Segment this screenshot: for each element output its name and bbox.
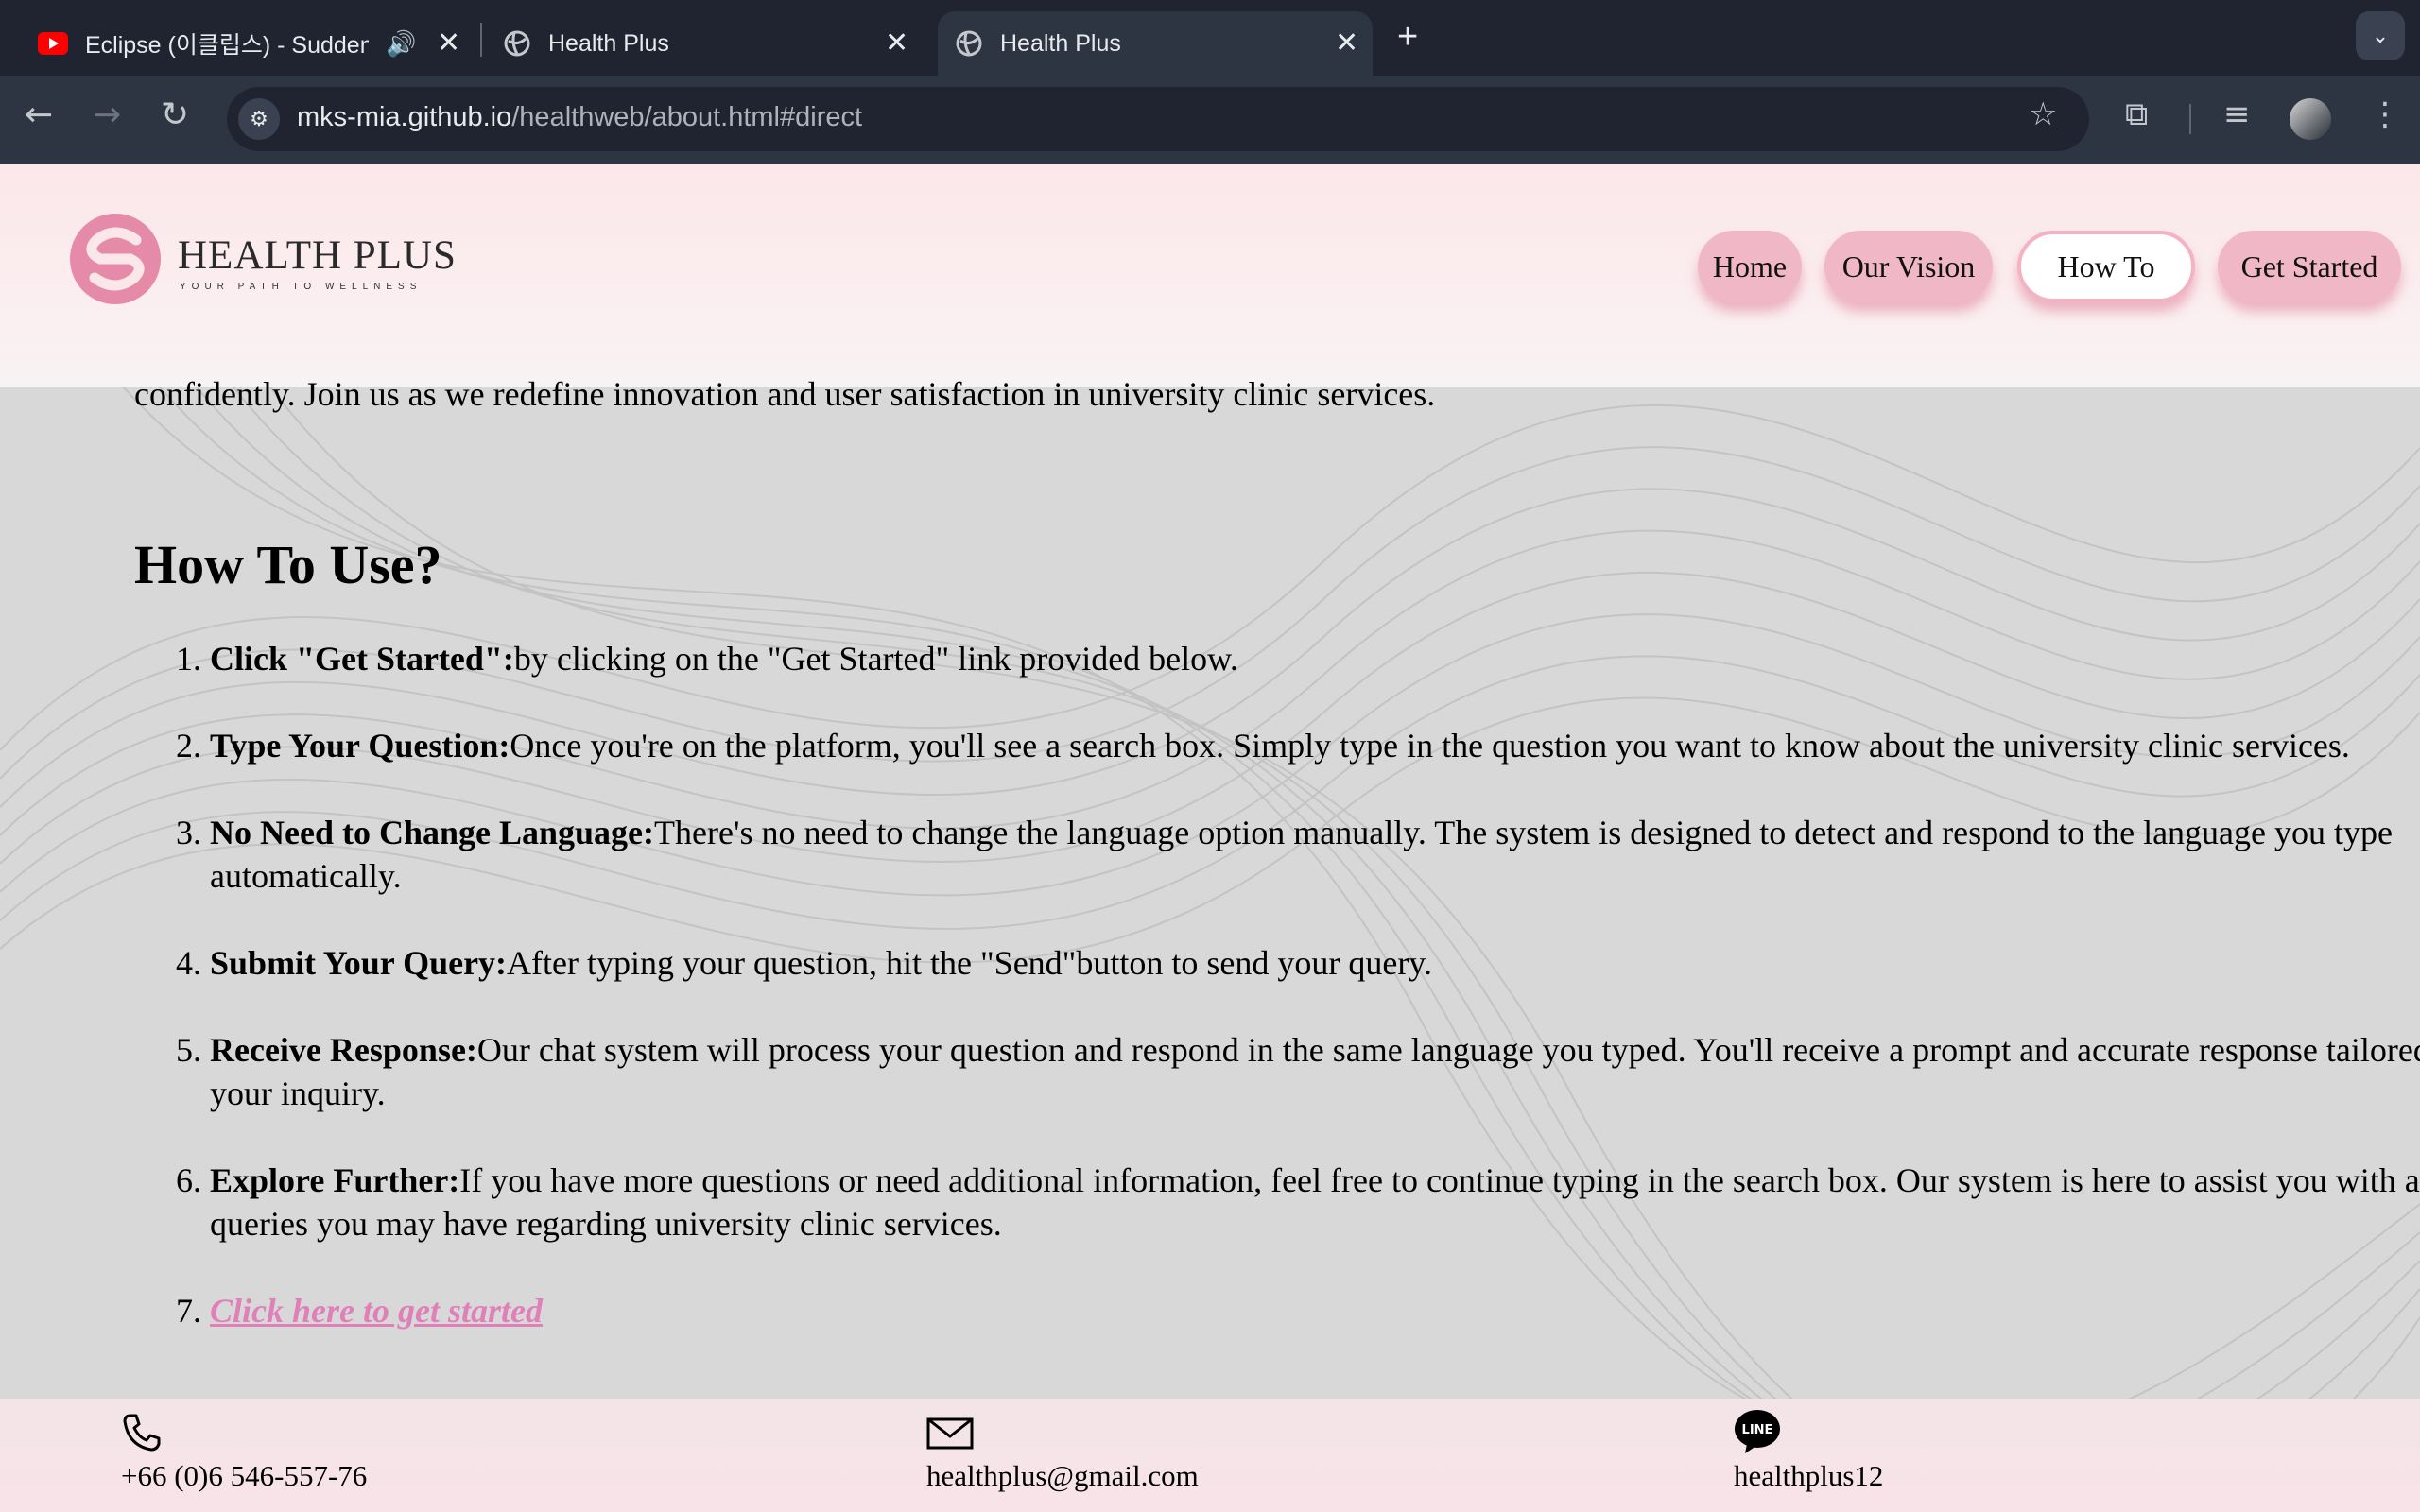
nav-home-button[interactable]: Home bbox=[1698, 231, 1802, 302]
browser-tab-strip: Eclipse (이클립스) - Sudden 🔊 ✕ Health Plus … bbox=[0, 0, 2420, 76]
list-item: Submit Your Query:After typing your ques… bbox=[210, 941, 2420, 985]
step-title: Receive Response: bbox=[210, 1031, 477, 1069]
intro-paragraph-tail: confidently. Join us as we redefine inno… bbox=[134, 375, 1436, 413]
get-started-link[interactable]: Click here to get started bbox=[210, 1292, 543, 1330]
step-text: After typing your question, hit the "Sen… bbox=[507, 944, 1432, 982]
url-text[interactable]: mks-mia.github.io/healthweb/about.html#d… bbox=[297, 102, 862, 133]
logo-title[interactable]: HEALTH PLUS bbox=[178, 232, 457, 279]
step-text: Our chat system will process your questi… bbox=[210, 1031, 2420, 1112]
list-item: Click here to get started bbox=[210, 1289, 2420, 1332]
nav-get-started-button[interactable]: Get Started bbox=[2218, 231, 2401, 302]
list-item: Receive Response:Our chat system will pr… bbox=[210, 1028, 2420, 1115]
list-item: Explore Further:If you have more questio… bbox=[210, 1159, 2420, 1246]
web-page: HEALTH PLUS YOUR PATH TO WELLNESS Home O… bbox=[0, 164, 2420, 1512]
youtube-icon bbox=[38, 32, 68, 55]
nav-how-to-button[interactable]: How To bbox=[2017, 231, 2195, 302]
close-icon[interactable]: ✕ bbox=[1335, 29, 1358, 58]
url-path: /healthweb/about.html#direct bbox=[511, 102, 863, 132]
phone-icon bbox=[123, 1414, 161, 1452]
line-id[interactable]: healthplus12 bbox=[1734, 1459, 1883, 1493]
step-title: Submit Your Query: bbox=[210, 944, 508, 982]
site-header: HEALTH PLUS YOUR PATH TO WELLNESS Home O… bbox=[0, 164, 2420, 387]
tab-youtube[interactable]: Eclipse (이클립스) - Sudden 🔊 ✕ bbox=[38, 11, 473, 76]
step-title: Explore Further: bbox=[210, 1161, 460, 1199]
tab-title: Health Plus bbox=[1000, 29, 1121, 57]
nav-our-vision-button[interactable]: Our Vision bbox=[1824, 231, 1993, 302]
site-info-icon[interactable]: ⚙ bbox=[238, 98, 280, 140]
tab-title: Health Plus bbox=[548, 29, 669, 57]
tab-title: Eclipse (이클립스) - Sudden bbox=[85, 32, 369, 59]
step-title: Click "Get Started": bbox=[210, 640, 514, 678]
how-to-heading: How To Use? bbox=[134, 534, 442, 595]
extensions-puzzle-icon[interactable]: ⧉ bbox=[2125, 98, 2148, 130]
toolbar-divider bbox=[2189, 104, 2191, 134]
line-app-icon: LINE bbox=[1735, 1410, 1780, 1453]
logo-tagline: YOUR PATH TO WELLNESS bbox=[180, 282, 423, 292]
list-item: Click "Get Started":by clicking on the "… bbox=[210, 637, 2420, 680]
mail-icon bbox=[926, 1418, 974, 1450]
back-arrow-icon[interactable]: ← bbox=[25, 98, 53, 132]
reload-icon[interactable]: ↻ bbox=[161, 98, 189, 132]
close-icon[interactable]: ✕ bbox=[437, 29, 460, 58]
profile-avatar[interactable] bbox=[2290, 98, 2331, 140]
tab-health-plus-active[interactable]: Health Plus ✕ bbox=[938, 11, 1373, 76]
close-icon[interactable]: ✕ bbox=[885, 29, 908, 58]
step-text: by clicking on the "Get Started" link pr… bbox=[513, 640, 1238, 678]
step-title: No Need to Change Language: bbox=[210, 814, 655, 851]
tab-divider bbox=[480, 23, 482, 57]
more-menu-icon[interactable]: ⋮ bbox=[2369, 98, 2401, 130]
tab-search-chevron-icon[interactable]: ⌄ bbox=[2356, 11, 2405, 60]
step-title: Type Your Question: bbox=[210, 727, 510, 765]
step-text: If you have more questions or need addit… bbox=[210, 1161, 2420, 1243]
list-item: No Need to Change Language:There's no ne… bbox=[210, 811, 2420, 898]
globe-icon bbox=[504, 30, 530, 57]
bookmark-star-icon[interactable]: ☆ bbox=[2029, 98, 2057, 130]
new-tab-icon[interactable]: + bbox=[1397, 17, 1418, 58]
globe-icon bbox=[956, 30, 982, 57]
svg-text:LINE: LINE bbox=[1742, 1423, 1773, 1437]
tab-health-plus-1[interactable]: Health Plus ✕ bbox=[503, 11, 919, 76]
step-text: Once you're on the platform, you'll see … bbox=[510, 727, 2350, 765]
list-item: Type Your Question:Once you're on the pl… bbox=[210, 724, 2420, 767]
url-host: mks-mia.github.io bbox=[297, 102, 512, 132]
how-to-steps-list: Click "Get Started":by clicking on the "… bbox=[0, 637, 2420, 1376]
email-address[interactable]: healthplus@gmail.com bbox=[926, 1459, 1199, 1493]
media-control-icon[interactable]: ≡ bbox=[2223, 98, 2251, 130]
site-footer: +66 (0)6 546-557-76 healthplus@gmail.com… bbox=[0, 1399, 2420, 1512]
health-plus-logo-icon[interactable] bbox=[68, 212, 163, 306]
audio-icon[interactable]: 🔊 bbox=[386, 29, 416, 59]
forward-arrow-icon[interactable]: → bbox=[93, 98, 121, 132]
phone-number[interactable]: +66 (0)6 546-557-76 bbox=[121, 1459, 367, 1493]
